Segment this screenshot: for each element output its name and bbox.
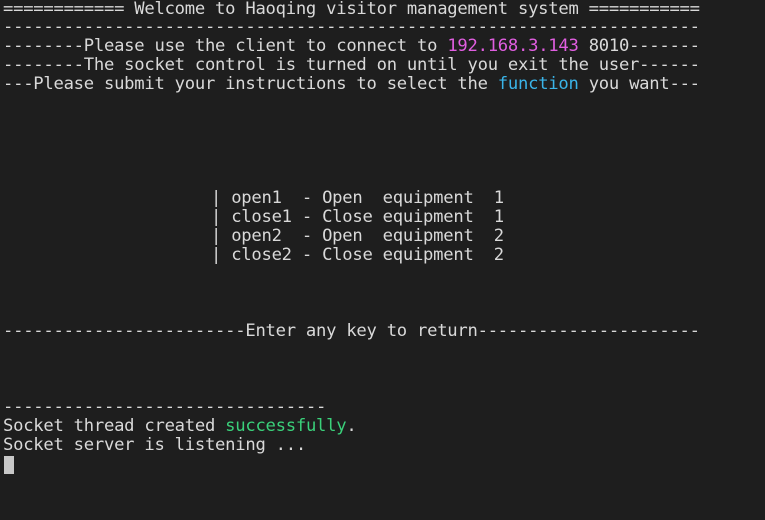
- server-port-text: 8010-------: [578, 36, 700, 56]
- socket-control-line: --------The socket control is turned on …: [3, 55, 700, 75]
- terminal-window[interactable]: ============ Welcome to Haoqing visitor …: [0, 0, 765, 481]
- instructions-line: ---Please submit your instructions to se…: [3, 75, 700, 94]
- thread-status-line: Socket thread created successfully.: [3, 416, 357, 436]
- menu-item-close2: | close2 - Close equipment 2: [211, 245, 504, 265]
- menu-item-open2: | open2 - Open equipment 2: [211, 226, 504, 246]
- client-connect-line: --------Please use the client to connect…: [3, 37, 700, 56]
- return-prompt-line: ------------------------Enter any key to…: [3, 321, 700, 341]
- function-keyword: function: [497, 74, 579, 94]
- thread-status-text: Socket thread created: [3, 416, 226, 436]
- text-cursor[interactable]: [4, 456, 14, 474]
- menu-item-open1: | open1 - Open equipment 1: [211, 188, 504, 208]
- menu-item-close1: | close1 - Close equipment 1: [211, 207, 504, 227]
- separator-line: ----------------------------------------…: [3, 17, 700, 37]
- status-divider: --------------------------------: [3, 397, 327, 417]
- instructions-text: ---Please submit your instructions to se…: [3, 74, 498, 94]
- server-ip-address: 192.168.3.143: [447, 36, 579, 56]
- instructions-tail: you want---: [578, 74, 700, 94]
- success-keyword: successfully: [225, 416, 347, 436]
- client-connect-text: --------Please use the client to connect…: [3, 36, 448, 56]
- thread-status-period: .: [346, 416, 357, 436]
- server-listening-line: Socket server is listening ...: [3, 435, 306, 455]
